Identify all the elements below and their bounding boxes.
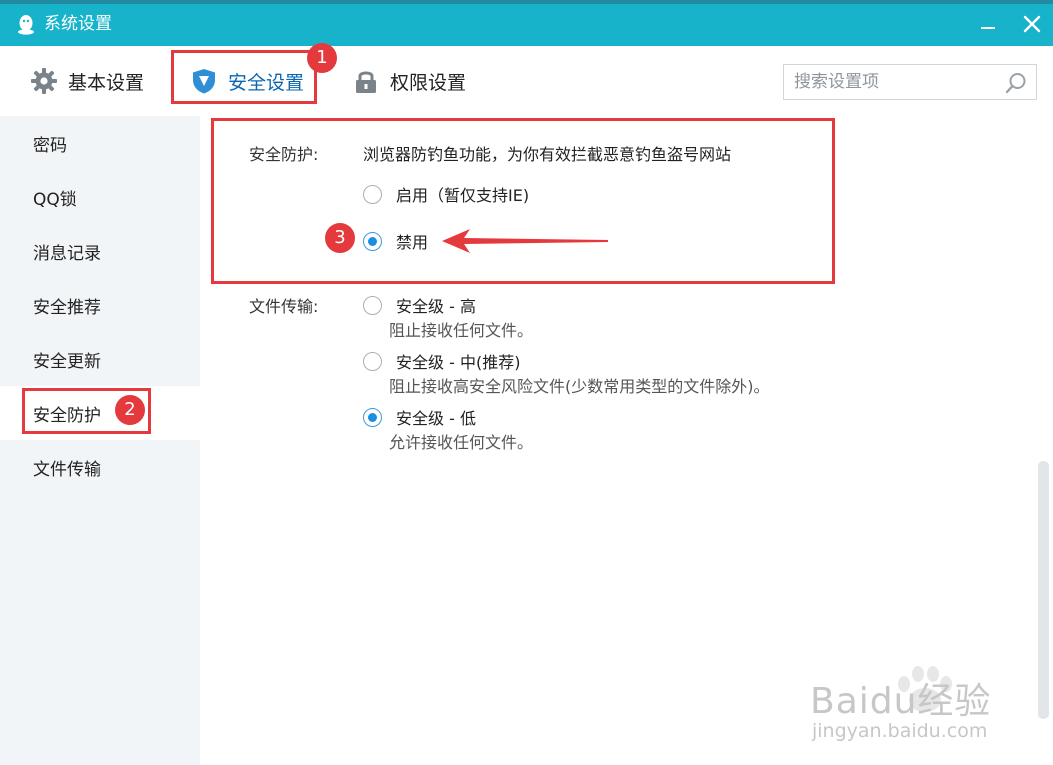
title-bar-top-strip (0, 0, 1053, 4)
qq-penguin-icon (18, 15, 34, 35)
radio-security-low-label: 安全级 - 低 (396, 409, 476, 428)
radio-security-high-label: 安全级 - 高 (396, 297, 476, 316)
settings-sidebar: 密码 QQ锁 消息记录 安全推荐 安全更新 安全防护 文件传输 (0, 116, 200, 765)
title-bar: 系统设置 (0, 0, 1053, 46)
security-high-note: 阻止接收任何文件。 (389, 321, 534, 340)
sidebar-item-security-recommend[interactable]: 安全推荐 (0, 278, 200, 332)
sidebar-item-file-transfer[interactable]: 文件传输 (0, 440, 200, 494)
radio-button-checked[interactable] (363, 231, 382, 251)
step-badge-1: 1 (307, 43, 337, 73)
sidebar-item-label: 密码 (33, 135, 67, 156)
sidebar-item-label: 安全推荐 (33, 297, 101, 318)
sidebar-item-label: 消息记录 (33, 243, 101, 264)
file-transfer-label: 文件传输: (249, 297, 319, 316)
radio-button-checked[interactable] (363, 407, 382, 427)
step-badge-3: 3 (325, 223, 355, 253)
sidebar-item-qq-lock[interactable]: QQ锁 (0, 170, 200, 224)
sidebar-item-security-protection[interactable]: 安全防护 (0, 386, 200, 440)
sidebar-item-security-update[interactable]: 安全更新 (0, 332, 200, 386)
step-badge-2: 2 (115, 395, 145, 425)
sidebar-item-label: 文件传输 (33, 459, 101, 480)
tab-basic-settings-label: 基本设置 (68, 71, 145, 94)
security-medium-note: 阻止接收高安全风险文件(少数常用类型的文件除外)。 (389, 377, 770, 396)
tab-security-settings[interactable]: 安全设置 (190, 52, 304, 110)
search-box[interactable] (783, 64, 1037, 100)
radio-security-medium-label: 安全级 - 中(推荐) (396, 353, 521, 372)
sidebar-item-label: 安全更新 (33, 351, 101, 372)
radio-button[interactable] (363, 351, 382, 371)
security-protection-label: 安全防护: (249, 145, 319, 164)
sidebar-item-label: QQ锁 (33, 189, 77, 210)
sidebar-item-message-history[interactable]: 消息记录 (0, 224, 200, 278)
content-scrollbar[interactable] (1038, 461, 1049, 719)
radio-security-high[interactable]: 安全级 - 高 (363, 293, 476, 317)
tab-basic-settings[interactable]: 基本设置 (30, 52, 144, 110)
radio-disable-protection-label: 禁用 (396, 233, 429, 252)
radio-enable-protection[interactable]: 启用（暂仅支持IE) (363, 182, 529, 206)
radio-disable-protection[interactable]: 禁用 (363, 229, 428, 253)
search-icon[interactable] (1004, 71, 1028, 95)
shield-icon (193, 69, 215, 94)
radio-security-low[interactable]: 安全级 - 低 (363, 405, 476, 429)
radio-button[interactable] (363, 295, 382, 315)
gear-icon (31, 68, 57, 94)
tab-permission-settings[interactable]: 权限设置 (352, 52, 466, 110)
tab-security-settings-label: 安全设置 (228, 71, 305, 94)
radio-security-medium[interactable]: 安全级 - 中(推荐) (363, 349, 520, 373)
window-title: 系统设置 (44, 14, 112, 34)
minimize-icon[interactable] (974, 10, 1002, 38)
close-icon[interactable] (1018, 10, 1046, 38)
settings-tab-bar: 基本设置 安全设置 权限设置 (0, 46, 1053, 116)
sidebar-item-password[interactable]: 密码 (0, 116, 200, 170)
radio-button[interactable] (363, 184, 382, 204)
tab-permission-settings-label: 权限设置 (390, 71, 467, 94)
sidebar-item-label: 安全防护 (33, 405, 101, 426)
radio-enable-protection-label: 启用（暂仅支持IE) (396, 186, 530, 205)
lock-icon (356, 71, 376, 93)
watermark-url: jingyan.baidu.com (812, 720, 988, 742)
security-protection-description: 浏览器防钓鱼功能，为你有效拦截恶意钓鱼盗号网站 (363, 145, 732, 164)
security-low-note: 允许接收任何文件。 (389, 433, 534, 452)
search-input[interactable] (794, 71, 994, 93)
pointer-arrow (442, 229, 608, 253)
watermark-logo: Baidu经验 (810, 681, 992, 722)
